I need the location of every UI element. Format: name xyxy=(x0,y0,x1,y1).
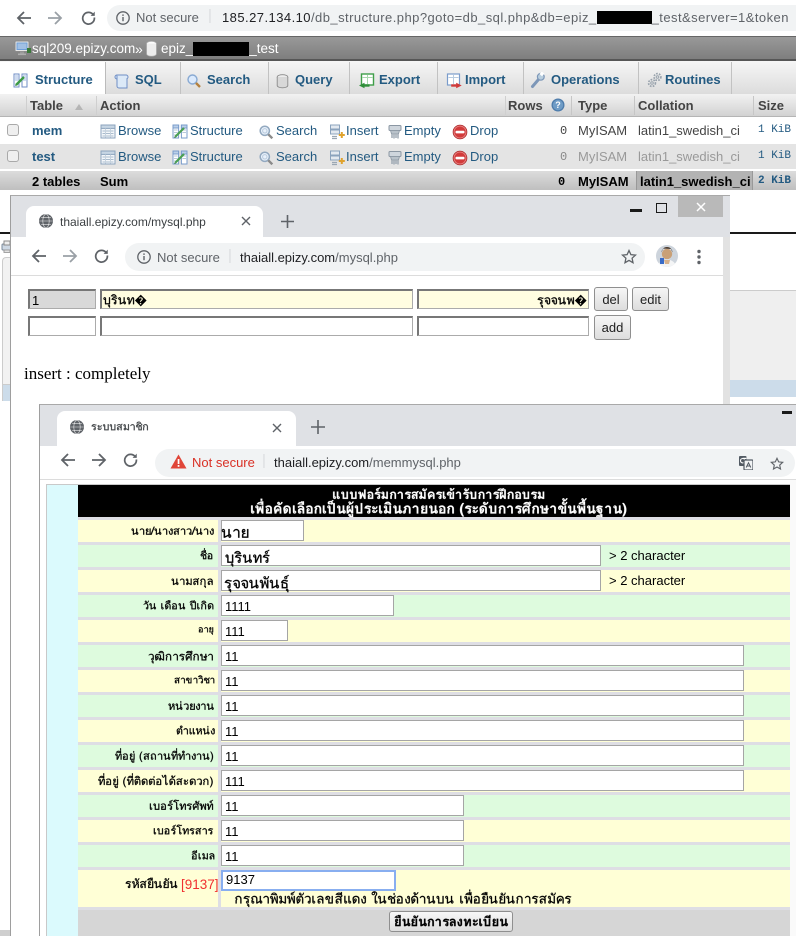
svg-text:?: ? xyxy=(555,100,561,110)
